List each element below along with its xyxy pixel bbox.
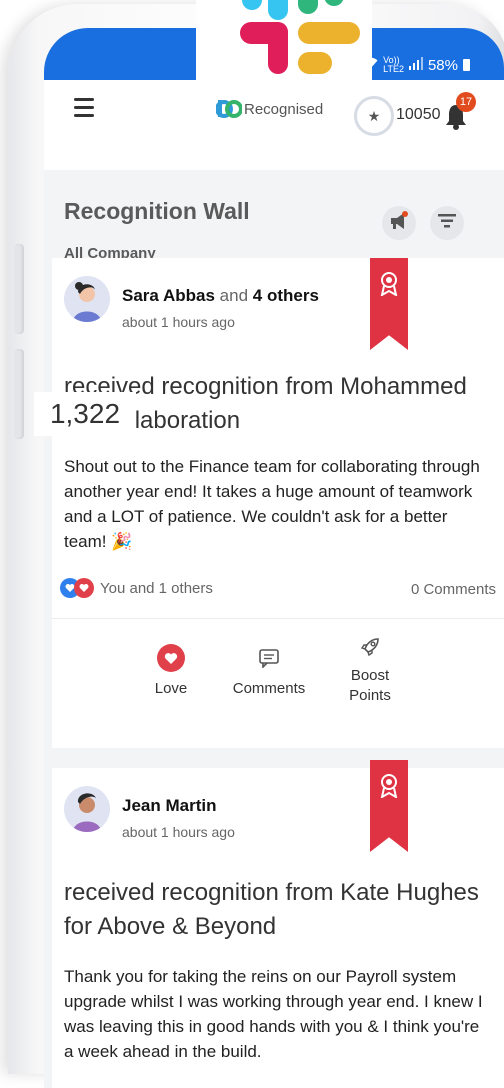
headline-line: for Above & Beyond <box>64 913 277 940</box>
post-author-line: Jean Martin <box>122 796 216 816</box>
post-author[interactable]: Sara Abbas <box>122 286 215 305</box>
filter-icon <box>438 213 456 233</box>
connector-text: and <box>219 286 249 305</box>
battery-icon <box>463 59 470 71</box>
comments-button[interactable]: Comments <box>224 642 314 697</box>
award-ribbon <box>370 760 408 852</box>
comments-count[interactable]: 0 Comments <box>411 581 496 598</box>
status-icons: Vo)) LTE2 58% <box>362 56 470 74</box>
avatar[interactable] <box>64 276 110 322</box>
headline-line: received recognition from Kate Hughes <box>64 879 479 906</box>
post-headline: received recognition from Kate Hughes fo… <box>64 876 494 944</box>
comment-icon <box>258 648 280 672</box>
award-ribbon <box>370 258 408 350</box>
points-badge-icon[interactable]: ★ <box>354 96 394 136</box>
phone-side-button <box>14 349 24 439</box>
signal-icon <box>408 56 423 74</box>
award-icon <box>380 760 398 852</box>
network-label: Vo)) LTE2 <box>383 56 404 74</box>
brand: Recognised <box>215 98 324 120</box>
megaphone-icon <box>388 210 410 237</box>
wall-header: Recognition Wall All Company <box>64 198 250 262</box>
love-reaction-icon <box>74 578 94 598</box>
count-overlay: 1,322 <box>34 392 136 436</box>
boost-label: Points <box>349 687 391 704</box>
love-label: Love <box>154 680 188 697</box>
rocket-icon <box>359 636 381 664</box>
heart-icon <box>157 644 185 672</box>
post-card: Sara Abbas and 4 others about 1 hours ag… <box>52 258 504 748</box>
boost-label: Boost <box>350 667 390 684</box>
brand-name: Recognised <box>244 100 324 118</box>
post-card: Jean Martin about 1 hours ago received r… <box>52 760 504 1088</box>
reaction-icons <box>60 578 94 598</box>
brand-logo-icon <box>215 98 243 120</box>
reactions-summary[interactable]: You and 1 others <box>60 578 213 598</box>
phone-side-button <box>14 244 24 334</box>
notification-badge: 17 <box>456 92 476 112</box>
avatar[interactable] <box>64 786 110 832</box>
slack-logo-icon <box>196 0 372 96</box>
comments-label: Comments <box>232 680 306 697</box>
app-screen: Vo)) LTE2 58% Recognised ★ 10050 17 Reco… <box>44 28 504 1088</box>
divider <box>52 618 504 619</box>
post-body: Shout out to the Finance team for collab… <box>64 457 480 551</box>
post-author-line: Sara Abbas and 4 others <box>122 286 319 306</box>
post-time: about 1 hours ago <box>122 314 235 330</box>
filter-button[interactable] <box>430 206 464 240</box>
menu-icon[interactable] <box>74 98 94 122</box>
announce-button[interactable] <box>382 206 416 240</box>
reactions-text: You and 1 others <box>100 579 213 597</box>
award-icon <box>380 258 398 350</box>
battery-percent: 58% <box>427 56 458 74</box>
post-body: Thank you for taking the reins on our Pa… <box>64 967 483 1061</box>
boost-points-button[interactable]: Boost Points <box>332 634 408 706</box>
love-button[interactable]: Love <box>136 642 206 697</box>
lte-label: LTE2 <box>383 64 404 74</box>
page-title: Recognition Wall <box>64 198 250 224</box>
post-time: about 1 hours ago <box>122 824 235 840</box>
others-link[interactable]: 4 others <box>253 286 319 305</box>
points-count: 10050 <box>396 106 441 123</box>
post-author[interactable]: Jean Martin <box>122 796 216 815</box>
